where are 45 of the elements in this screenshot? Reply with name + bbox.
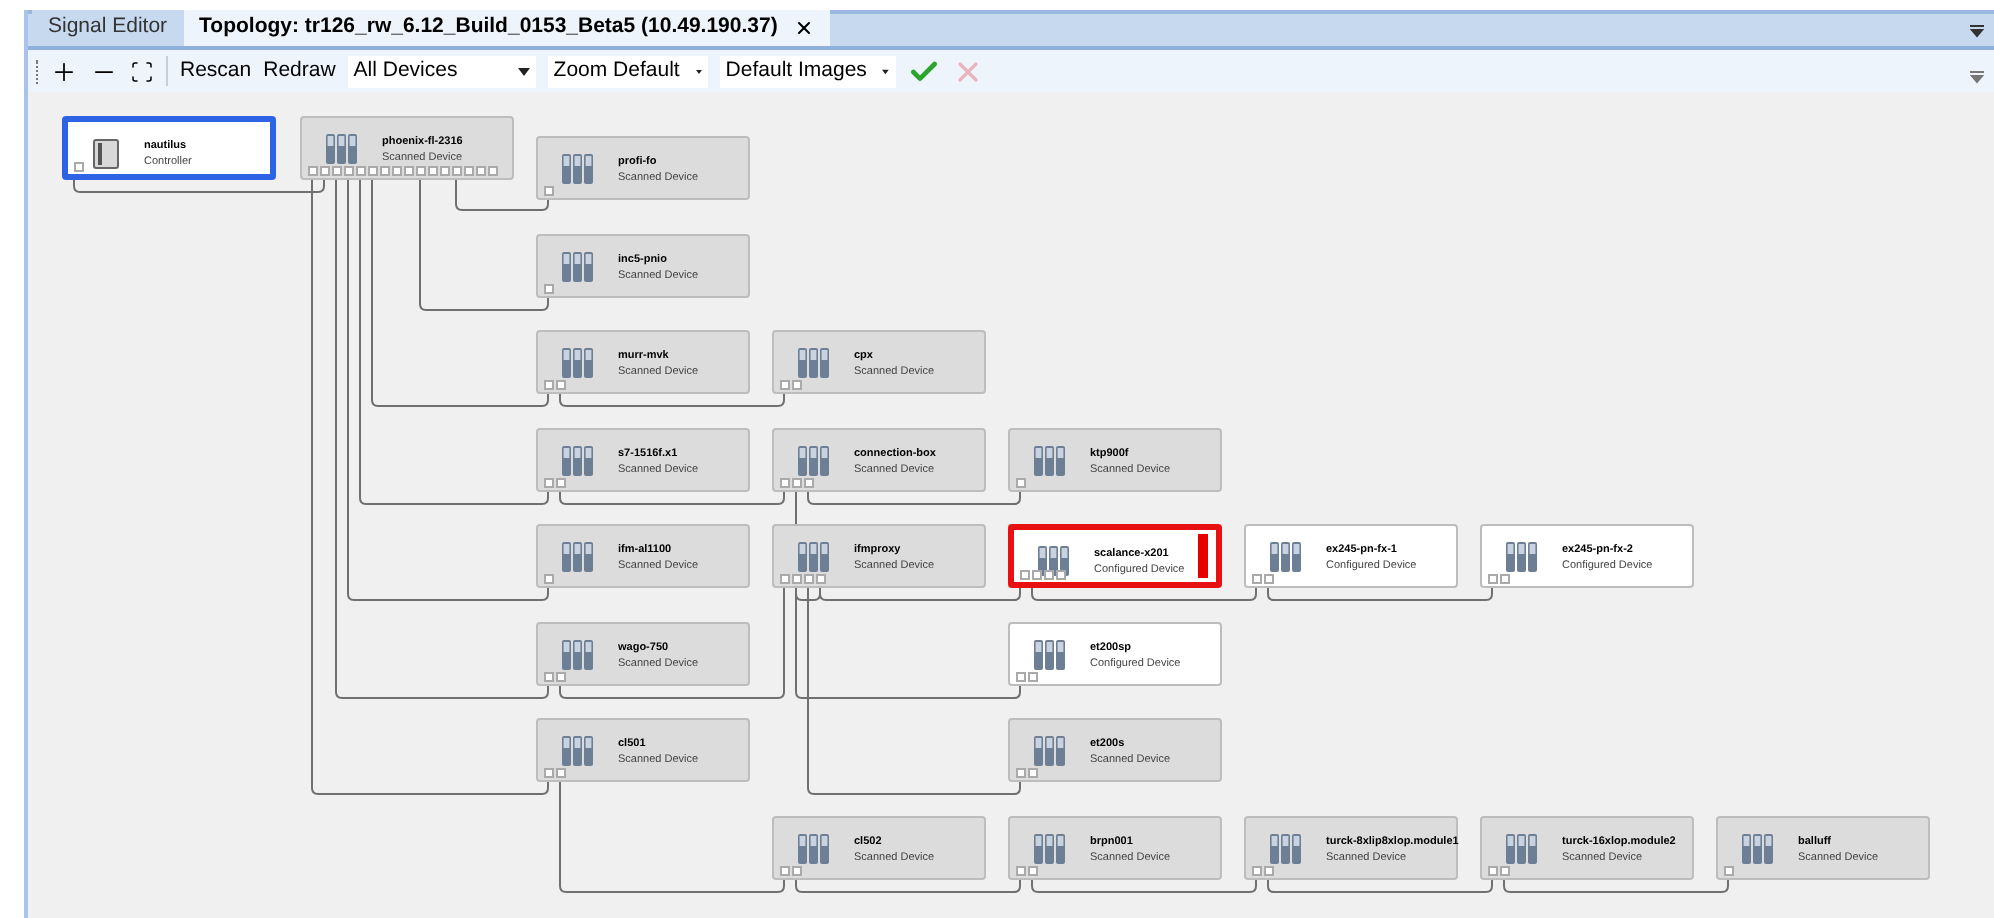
device-rack-icon [798,348,830,378]
device-rack-icon [1506,834,1538,864]
port-icon [1724,866,1734,876]
dropdown-caret-icon [517,67,530,75]
controller-cabinet-icon [92,138,120,170]
device-rack-icon [798,834,830,864]
device-rack-icon [1034,834,1066,864]
dropdown[interactable]: Default Images [719,55,896,87]
dropdown-caret-icon [882,67,890,75]
device-rack-icon [1034,736,1066,766]
device-rack-icon [1270,834,1302,864]
device-rack-icon [1742,834,1774,864]
toolbar-button[interactable]: Rescan [180,55,252,87]
device-rack-icon [1270,542,1302,572]
device-rack-icon [562,348,594,378]
port-icon [544,186,554,196]
device-rack-icon [798,542,830,572]
port-icon [74,162,84,172]
toolbar-button[interactable]: Redraw [263,55,336,87]
device-rack-icon [562,446,594,476]
port-icon [544,284,554,294]
device-rack-icon [326,134,358,164]
dropdown[interactable]: Zoom Default [547,55,708,87]
device-rack-icon [1506,542,1538,572]
device-rack-icon [1034,640,1066,670]
fit-view-icon[interactable] [130,59,154,83]
overflow-icon[interactable] [1970,24,1984,38]
error-bar [1198,534,1208,578]
device-rack-icon [1034,446,1066,476]
tab[interactable]: Topology: tr126_rw_6.12_Build_0153_Beta5 (10.49.190.37) [183,10,830,46]
device-rack-icon [562,640,594,670]
device-rack-icon [562,252,594,282]
device-rack-icon [562,736,594,766]
close-icon[interactable] [793,18,814,38]
dropdown[interactable]: All Devices [347,55,536,87]
port-icon [544,574,554,584]
device-rack-icon [798,446,830,476]
dropdown-caret-icon [695,67,702,75]
device-rack-icon [562,542,594,572]
zoom-in-icon[interactable] [50,57,78,85]
tab-label: Signal Editor [48,12,168,43]
tab-label: Topology: tr126_rw_6.12_Build_0153_Beta5 (10.49.190.37) [199,12,778,43]
overflow-icon[interactable] [1970,70,1984,84]
device-rack-icon [562,154,594,184]
port-icon [1016,478,1026,488]
